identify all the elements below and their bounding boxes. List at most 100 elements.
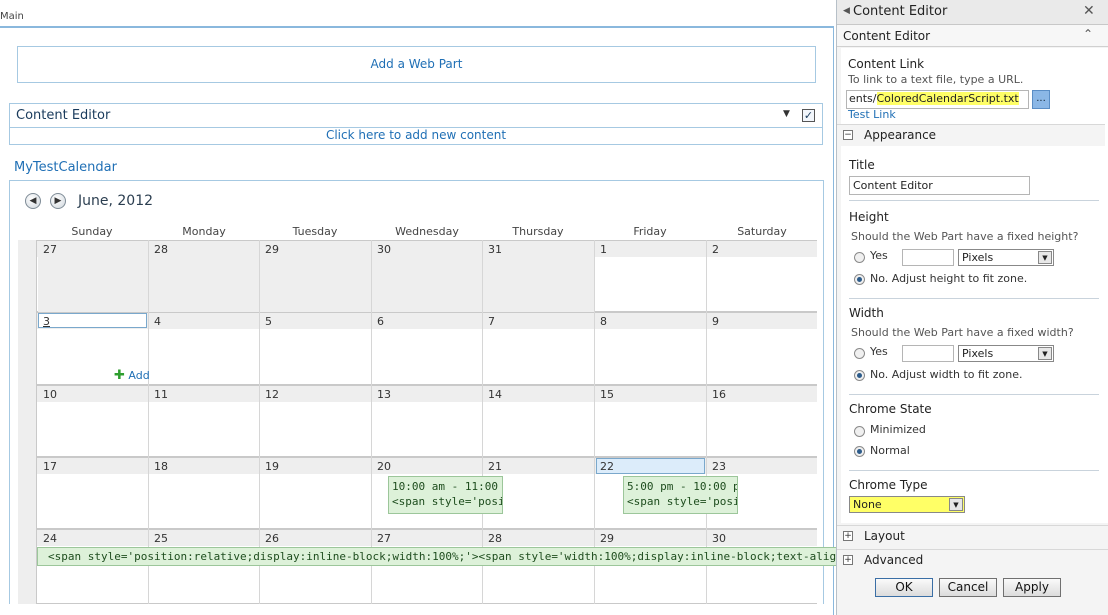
day-divider — [706, 385, 707, 457]
day-divider — [594, 385, 595, 457]
day-number[interactable]: 28 — [154, 243, 168, 256]
advanced-section-header[interactable]: + Advanced — [837, 549, 1108, 571]
height-value-input[interactable] — [902, 249, 954, 266]
layout-section-header[interactable]: + Layout — [837, 525, 1108, 547]
day-number[interactable]: 12 — [265, 388, 279, 401]
day-number[interactable]: 16 — [712, 388, 726, 401]
chrome-minimized-radio[interactable] — [854, 426, 865, 437]
chrome-normal-radio[interactable] — [854, 446, 865, 457]
appearance-collapse-toggle[interactable]: − — [843, 130, 853, 140]
day-number[interactable]: 17 — [43, 460, 57, 473]
day-number[interactable]: 2 — [712, 243, 719, 256]
ok-button[interactable]: OK — [875, 578, 933, 597]
day-number[interactable]: 29 — [600, 532, 614, 545]
appearance-section-label: Appearance — [864, 128, 937, 142]
previous-month-cell — [483, 257, 594, 312]
day-number[interactable]: 31 — [488, 243, 502, 256]
chrome-type-value: None — [853, 498, 882, 511]
day-divider — [482, 312, 483, 385]
day-number[interactable]: 6 — [377, 315, 384, 328]
day-divider — [706, 529, 707, 604]
day-number[interactable]: 11 — [154, 388, 168, 401]
width-value-input[interactable] — [902, 345, 954, 362]
day-number[interactable]: 21 — [488, 460, 502, 473]
day-header-thursday: Thursday — [512, 225, 564, 238]
divider — [849, 298, 1099, 299]
width-unit-select[interactable]: Pixels ▼ — [958, 345, 1054, 362]
content-link-hint: To link to a text file, type a URL. — [848, 73, 1024, 86]
day-number[interactable]: 30 — [377, 243, 391, 256]
day-divider — [706, 312, 707, 385]
web-part-select-checkbox[interactable]: ✓ — [802, 109, 815, 122]
day-number[interactable]: 19 — [265, 460, 279, 473]
day-divider — [371, 457, 372, 529]
height-no-label: No. Adjust height to fit zone. — [870, 272, 1028, 285]
width-yes-radio[interactable] — [854, 348, 865, 359]
day-number[interactable]: 8 — [600, 315, 607, 328]
day-number[interactable]: 10 — [43, 388, 57, 401]
day-number[interactable]: 25 — [154, 532, 168, 545]
day-number[interactable]: 27 — [377, 532, 391, 545]
title-input[interactable]: Content Editor — [849, 176, 1030, 195]
day-number[interactable]: 3 — [43, 315, 50, 328]
day-divider — [259, 457, 260, 529]
chrome-type-select[interactable]: None ▼ — [849, 496, 965, 513]
day-header-sunday: Sunday — [71, 225, 113, 238]
day-number[interactable]: 28 — [488, 532, 502, 545]
day-divider — [482, 529, 483, 604]
layout-expand-toggle[interactable]: + — [843, 531, 853, 541]
day-number[interactable]: 22 — [600, 460, 614, 473]
day-number[interactable]: 30 — [712, 532, 726, 545]
add-new-content-link[interactable]: Click here to add new content — [9, 128, 823, 145]
collapse-icon[interactable]: ⌃ — [1083, 27, 1093, 41]
next-month-icon[interactable]: ▶ — [50, 193, 66, 209]
apply-button[interactable]: Apply — [1003, 578, 1061, 597]
height-no-radio[interactable] — [854, 274, 865, 285]
day-number[interactable]: 14 — [488, 388, 502, 401]
day-divider — [259, 385, 260, 457]
day-number[interactable]: 27 — [43, 243, 57, 256]
day-number[interactable]: 26 — [265, 532, 279, 545]
width-unit-value: Pixels — [962, 347, 994, 360]
width-no-label: No. Adjust width to fit zone. — [870, 368, 1023, 381]
day-number[interactable]: 1 — [600, 243, 607, 256]
web-part-menu-arrow-icon[interactable]: ▼ — [783, 109, 790, 119]
height-unit-select[interactable]: Pixels ▼ — [958, 249, 1054, 266]
previous-month-icon[interactable]: ◀ — [25, 193, 41, 209]
day-divider — [148, 385, 149, 457]
width-no-radio[interactable] — [854, 370, 865, 381]
day-number[interactable]: 9 — [712, 315, 719, 328]
pane-menu-arrow-icon[interactable]: ◀ — [843, 6, 850, 16]
day-number[interactable]: 18 — [154, 460, 168, 473]
day-divider — [482, 385, 483, 457]
day-number[interactable]: 5 — [265, 315, 272, 328]
content-editor-part-title: Content Editor — [16, 108, 111, 123]
month-label: June, 2012 — [78, 193, 154, 209]
day-number[interactable]: 4 — [154, 315, 161, 328]
height-yes-radio[interactable] — [854, 252, 865, 263]
advanced-expand-toggle[interactable]: + — [843, 555, 853, 565]
test-link[interactable]: Test Link — [848, 108, 896, 121]
calendar-event-multiday[interactable]: <span style='position:relative;display:i… — [37, 547, 855, 566]
add-web-part-link[interactable]: Add a Web Part — [17, 46, 816, 83]
add-event-link[interactable]: ✚ Add — [114, 368, 150, 383]
calendar-title-link[interactable]: MyTestCalendar — [14, 160, 117, 175]
calendar-event-wednesday[interactable]: 10:00 am - 11:00 a <span style='positi — [388, 476, 503, 514]
cancel-button[interactable]: Cancel — [939, 578, 997, 597]
day-number[interactable]: 15 — [600, 388, 614, 401]
day-number[interactable]: 20 — [377, 460, 391, 473]
day-number[interactable]: 29 — [265, 243, 279, 256]
day-number[interactable]: 23 — [712, 460, 726, 473]
width-label: Width — [849, 306, 884, 320]
day-header-tuesday: Tuesday — [292, 225, 338, 238]
close-icon[interactable]: ✕ — [1083, 3, 1095, 19]
day-number[interactable]: 13 — [377, 388, 391, 401]
browse-button[interactable]: ... — [1032, 90, 1050, 109]
calendar-event-friday[interactable]: 5:00 pm - 10:00 pn <span style='positi — [623, 476, 738, 514]
day-number[interactable]: 7 — [488, 315, 495, 328]
appearance-section-header[interactable]: − Appearance — [837, 124, 1105, 146]
content-link-input[interactable]: ents/ColoredCalendarScript.txt — [846, 90, 1029, 109]
content-link-prefix: ents/ — [849, 92, 877, 105]
day-header-monday: Monday — [182, 225, 226, 238]
day-number[interactable]: 24 — [43, 532, 57, 545]
